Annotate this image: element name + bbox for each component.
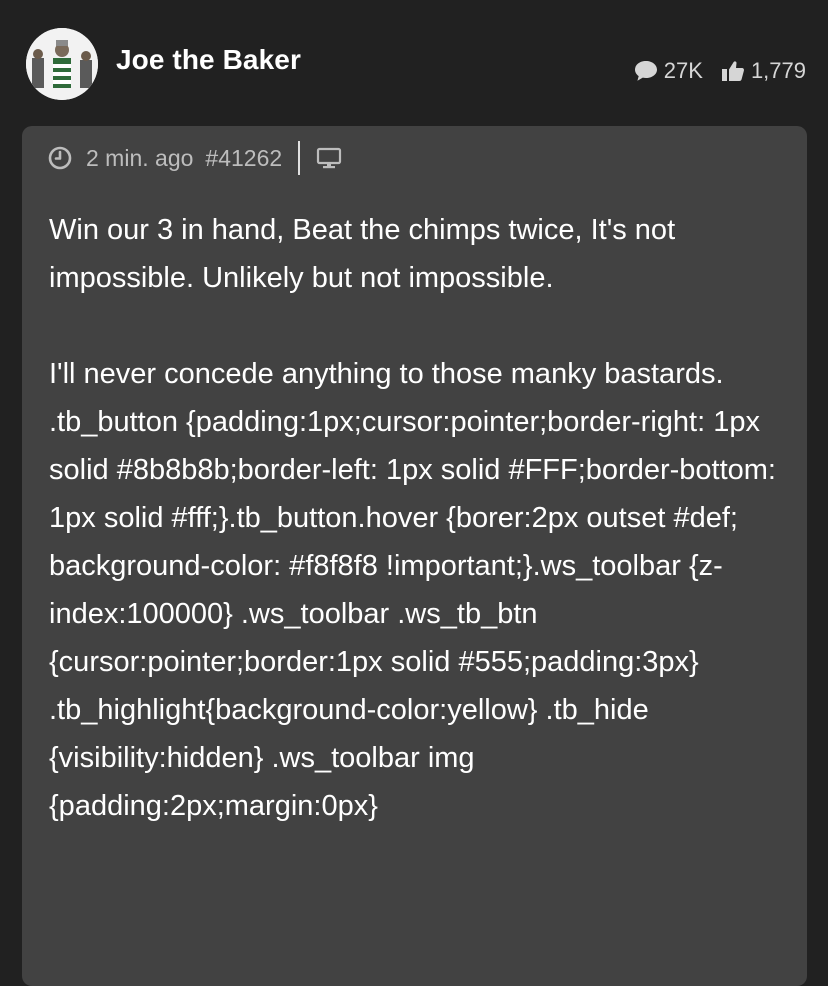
likes-count: 1,779 xyxy=(750,58,806,83)
meta-divider xyxy=(298,141,301,175)
post-card: 2 min. ago #41262 Win our 3 in hand, Bea… xyxy=(22,126,807,986)
post-meta: 2 min. ago #41262 xyxy=(48,140,342,176)
avatar[interactable] xyxy=(26,28,98,100)
desktop-monitor-icon xyxy=(317,147,342,169)
post-time: 2 min. ago xyxy=(86,144,194,171)
post-body: Win our 3 in hand, Beat the chimps twice… xyxy=(49,206,789,830)
post-paragraph: I'll never concede anything to those man… xyxy=(49,358,724,390)
comments-stat[interactable]: 27K xyxy=(634,58,703,84)
post-id[interactable]: #41262 xyxy=(205,145,282,172)
post-stats: 27K 1,779 xyxy=(634,58,806,84)
clock-icon xyxy=(48,146,72,170)
avatar-image xyxy=(26,28,98,100)
speech-bubble-icon xyxy=(634,61,657,81)
post-paragraph: Win our 3 in hand, Beat the chimps twice… xyxy=(49,214,676,294)
author-name[interactable]: Joe the Baker xyxy=(116,44,301,76)
thumbs-up-icon xyxy=(721,61,744,81)
post-header: Joe the Baker 27K 1,779 xyxy=(0,0,828,126)
comments-count: 27K xyxy=(663,58,703,83)
likes-stat[interactable]: 1,779 xyxy=(721,58,806,84)
post-paragraph: .tb_button {padding:1px;cursor:pointer;b… xyxy=(49,406,776,822)
